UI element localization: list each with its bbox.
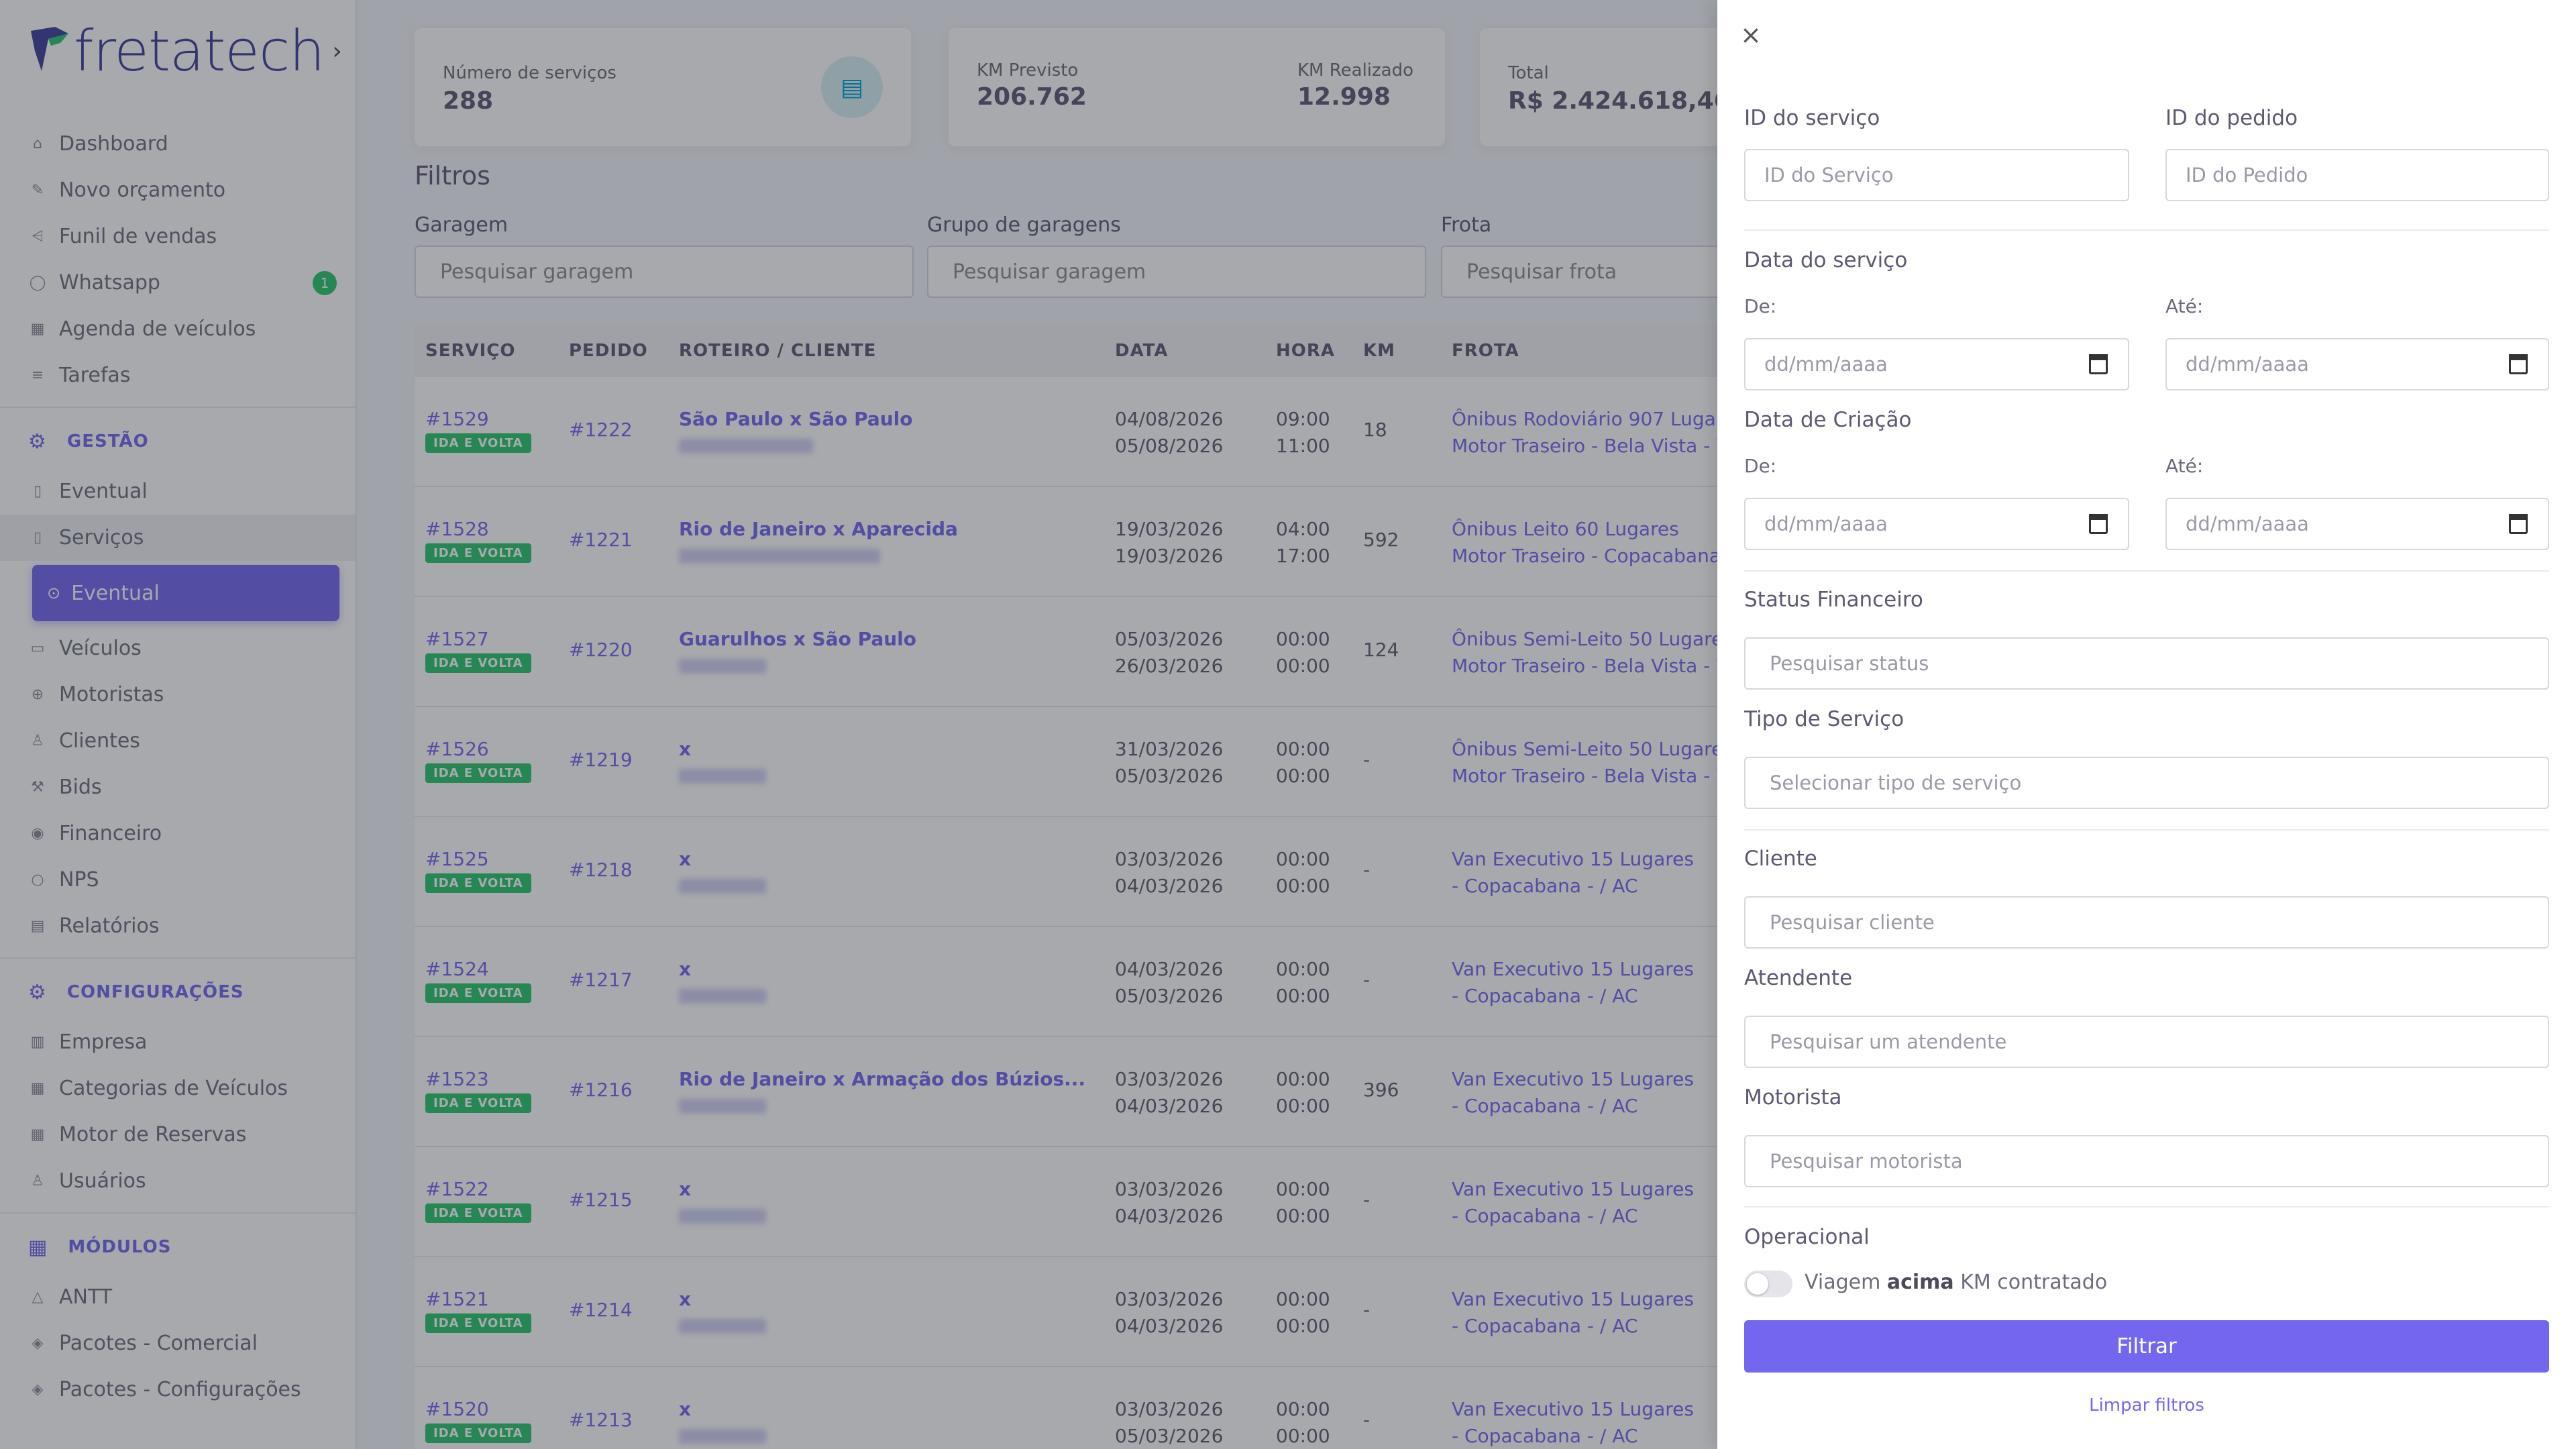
- tipo-servico-select[interactable]: Selecionar tipo de serviço: [1744, 757, 2549, 809]
- field-label: Operacional: [1744, 1225, 1870, 1249]
- field-sublabel: De:: [1744, 455, 1777, 477]
- field-sublabel: De:: [1744, 295, 1777, 317]
- toggle-label-bold: acima: [1886, 1271, 1954, 1294]
- data-criacao-de-input[interactable]: dd/mm/aaaa: [1744, 498, 2129, 550]
- filter-drawer: × ID do serviço ID do Serviço ID do pedi…: [1717, 0, 2576, 1449]
- field-label: Motorista: [1744, 1085, 1842, 1110]
- calendar-icon[interactable]: [2509, 354, 2528, 374]
- atendente-select[interactable]: Pesquisar um atendente: [1744, 1016, 2549, 1068]
- divider: [1744, 1206, 2549, 1208]
- field-label: Status Financeiro: [1744, 588, 1923, 612]
- date-placeholder: dd/mm/aaaa: [1764, 353, 1888, 376]
- field-sublabel: Até:: [2165, 455, 2204, 477]
- divider: [1744, 829, 2549, 830]
- calendar-icon[interactable]: [2089, 514, 2108, 534]
- calendar-icon[interactable]: [2509, 514, 2528, 534]
- toggle-label-prefix: Viagem: [1805, 1271, 1887, 1294]
- divider: [1744, 570, 2549, 572]
- id-pedido-input[interactable]: ID do Pedido: [2165, 149, 2549, 201]
- toggle-label: Viagem acima KM contratado: [1805, 1271, 2107, 1294]
- field-label: Cliente: [1744, 847, 1817, 871]
- field-label: Data de Criação: [1744, 408, 1912, 432]
- field-sublabel: Até:: [2165, 295, 2204, 317]
- status-financeiro-select[interactable]: Pesquisar status: [1744, 637, 2549, 690]
- limpar-filtros-link[interactable]: Limpar filtros: [1744, 1395, 2549, 1415]
- field-label: Tipo de Serviço: [1744, 707, 1904, 731]
- field-label: ID do pedido: [2165, 106, 2298, 130]
- modal-overlay[interactable]: [0, 0, 1717, 1449]
- field-label: Atendente: [1744, 966, 1853, 990]
- cliente-select[interactable]: Pesquisar cliente: [1744, 896, 2549, 949]
- scroll-fade: [1731, 1293, 2563, 1320]
- divider: [1744, 229, 2549, 231]
- filtrar-button[interactable]: Filtrar: [1744, 1320, 2549, 1373]
- data-criacao-ate-input[interactable]: dd/mm/aaaa: [2165, 498, 2549, 550]
- date-placeholder: dd/mm/aaaa: [1764, 513, 1888, 535]
- date-placeholder: dd/mm/aaaa: [2186, 353, 2309, 376]
- date-placeholder: dd/mm/aaaa: [2186, 513, 2309, 535]
- field-label: Data do serviço: [1744, 248, 1908, 272]
- id-servico-input[interactable]: ID do Serviço: [1744, 149, 2129, 201]
- field-label: ID do serviço: [1744, 106, 1880, 130]
- motorista-select[interactable]: Pesquisar motorista: [1744, 1135, 2549, 1187]
- toggle-label-suffix: KM contratado: [1953, 1271, 2108, 1294]
- calendar-icon[interactable]: [2089, 354, 2108, 374]
- data-servico-ate-input[interactable]: dd/mm/aaaa: [2165, 338, 2549, 390]
- close-icon[interactable]: ×: [1740, 20, 1762, 50]
- data-servico-de-input[interactable]: dd/mm/aaaa: [1744, 338, 2129, 390]
